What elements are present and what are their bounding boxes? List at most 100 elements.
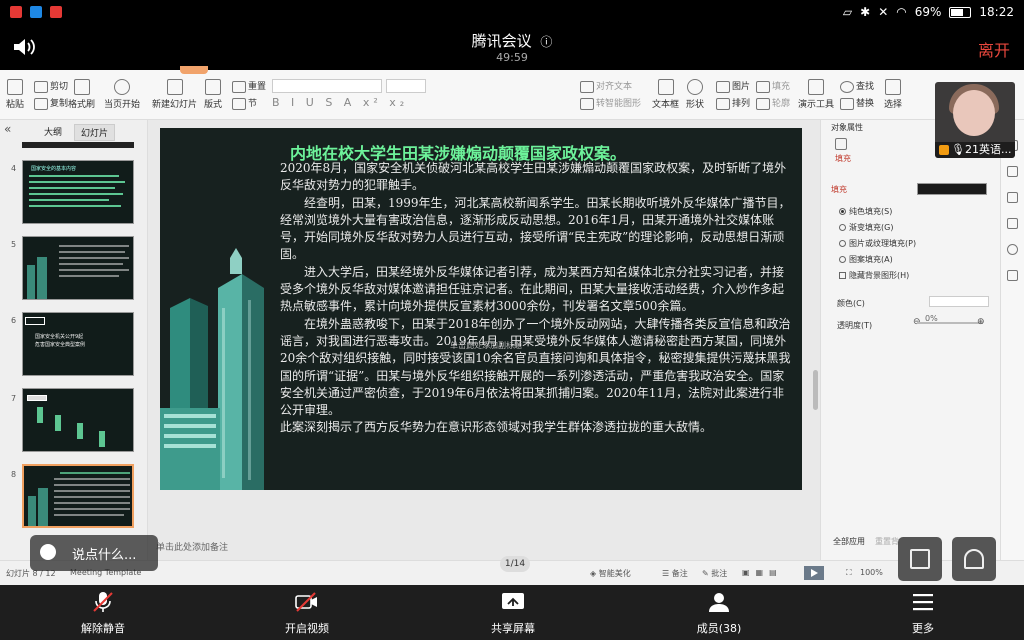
- font-size-select[interactable]: [386, 79, 426, 93]
- view-mode-buttons[interactable]: ▣▦▤: [742, 568, 783, 577]
- select-button[interactable]: 选择: [884, 79, 902, 110]
- format-brush-button[interactable]: 格式刷: [68, 79, 95, 110]
- reset-background-button[interactable]: 重置背: [875, 536, 899, 547]
- settings-sliders-icon[interactable]: [1007, 166, 1018, 177]
- bluetooth-icon: ✱: [860, 5, 871, 19]
- layout-icon: [205, 79, 221, 95]
- smart-beautify-button[interactable]: ◈ 智能美化: [590, 568, 631, 579]
- copy-icon: [34, 97, 48, 110]
- apply-all-button[interactable]: 全部应用: [833, 536, 865, 547]
- slide-canvas[interactable]: 内地在校大学生田某涉嫌煽动颠覆国家政权案。 2020年8月，国家安全机关侦破河北…: [148, 120, 820, 560]
- play-slideshow-button[interactable]: [804, 566, 824, 580]
- current-slide[interactable]: 内地在校大学生田某涉嫌煽动颠覆国家政权案。 2020年8月，国家安全机关侦破河北…: [160, 128, 802, 490]
- smart-graphic-icon: [580, 97, 594, 110]
- slide-panel: « 大纲 幻灯片 4 国家安全的基本内容 5 6 国家安全机关公开9起 危害国家…: [0, 120, 148, 560]
- slide-number: 6: [11, 316, 17, 325]
- outline-button[interactable]: 轮廓: [756, 96, 790, 110]
- shape-button[interactable]: 形状: [686, 79, 704, 110]
- tab-fill[interactable]: 填充: [835, 153, 851, 164]
- radio-icon: [839, 208, 846, 215]
- paste-button[interactable]: 粘贴: [6, 79, 24, 110]
- plus-icon[interactable]: ⊕: [977, 317, 985, 327]
- slide-paragraph: 在境外蛊惑教唆下，田某于2018年创办了一个境外反动网站，大肆传播各类反宣信息和…: [280, 316, 791, 418]
- members-icon: [709, 593, 729, 612]
- page-indicator: 1/14: [500, 556, 530, 572]
- notes-button[interactable]: ☰ 备注: [662, 568, 688, 579]
- find-button[interactable]: 查找: [840, 79, 874, 93]
- slide-body-text[interactable]: 2020年8月，国家安全机关侦破河北某高校学生田某涉嫌煽动颠覆国家政权案，及时斩…: [280, 160, 794, 437]
- notes-placeholder[interactable]: 单击此处添加备注: [156, 540, 228, 553]
- picture-button[interactable]: 图片: [716, 79, 750, 93]
- zoom-level[interactable]: 100%: [860, 568, 883, 577]
- slide-thumbnail-7[interactable]: [22, 388, 134, 452]
- fit-icon[interactable]: ⛶: [846, 568, 852, 578]
- fill-color-swatch[interactable]: [917, 183, 987, 195]
- new-slide-button[interactable]: 新建幻灯片: [152, 79, 197, 110]
- gradient-fill-option[interactable]: 渐变填充(G): [839, 222, 893, 233]
- participant-video-tile[interactable]: 🎙21英语...: [935, 82, 1015, 158]
- pattern-fill-option[interactable]: 图案填充(A): [839, 254, 893, 265]
- fill-section-heading[interactable]: 填充: [831, 184, 847, 195]
- textbox-button[interactable]: 文本框: [652, 79, 679, 110]
- collapse-panel-icon[interactable]: «: [4, 122, 11, 136]
- slide-thumbnail-6[interactable]: 国家安全机关公开9起 危害国家安全典型案例: [22, 312, 134, 376]
- radio-icon: [839, 224, 846, 231]
- meeting-title[interactable]: 腾讯会议 ⓘ: [0, 30, 1024, 51]
- comments-button[interactable]: ✎ 批注: [702, 568, 727, 579]
- slide-thumbnail-partial[interactable]: [22, 142, 134, 148]
- cast-icon: ▱: [842, 5, 853, 19]
- help-icon[interactable]: [1007, 244, 1018, 255]
- cut-button[interactable]: 剪切: [34, 79, 68, 93]
- chat-input[interactable]: 说点什么...: [30, 535, 158, 571]
- text-format-buttons[interactable]: B I U S A x² x₂: [272, 96, 408, 109]
- reset-button[interactable]: 重置: [232, 79, 266, 93]
- subtitle-placeholder[interactable]: 单击此处添加副标题: [450, 340, 522, 351]
- transition-icon[interactable]: [1007, 218, 1018, 229]
- more-button[interactable]: 更多: [878, 591, 968, 636]
- share-icon[interactable]: [1007, 270, 1018, 281]
- animation-icon[interactable]: [1007, 192, 1018, 203]
- emoji-icon[interactable]: [40, 544, 56, 560]
- slide-thumbnail-4[interactable]: 国家安全的基本内容: [22, 160, 134, 224]
- layout-button[interactable]: 版式: [204, 79, 222, 110]
- copy-button[interactable]: 复制: [34, 96, 68, 110]
- window-mode-button[interactable]: [898, 537, 942, 581]
- textbox-icon: [657, 79, 674, 95]
- leave-button[interactable]: 离开: [978, 37, 1010, 61]
- presenter-tools-button[interactable]: 演示工具: [798, 79, 834, 110]
- solid-fill-option[interactable]: 纯色填充(S): [839, 206, 892, 217]
- font-family-select[interactable]: [272, 79, 382, 93]
- thumb-title: 国家安全的基本内容: [31, 166, 77, 172]
- object-properties-panel: 对象属性 填充 填充 纯色填充(S) 渐变填充(G) 图片或纹理填充(P) 图案…: [820, 120, 1000, 560]
- unmute-button[interactable]: 解除静音: [58, 591, 148, 636]
- tab-outline[interactable]: 大纲: [38, 124, 68, 141]
- replace-icon: [840, 97, 854, 110]
- section-button[interactable]: 节: [232, 96, 257, 110]
- mic-off-icon: [93, 592, 113, 612]
- tab-slides[interactable]: 幻灯片: [74, 124, 116, 141]
- radio-icon: [839, 240, 846, 247]
- slide-thumbnail-8[interactable]: [22, 464, 134, 528]
- align-text-button[interactable]: 对齐文本: [580, 79, 632, 93]
- color-select[interactable]: [929, 296, 989, 307]
- canvas-scrollbar[interactable]: [813, 370, 818, 410]
- transparency-label: 透明度(T): [837, 321, 873, 330]
- picture-fill-option[interactable]: 图片或纹理填充(P): [839, 238, 916, 249]
- new-slide-icon: [166, 79, 183, 95]
- members-button[interactable]: 成员(38): [674, 591, 764, 636]
- share-screen-button[interactable]: 共享屏幕: [468, 591, 558, 636]
- arrange-button[interactable]: 排列: [716, 96, 750, 110]
- presentation-app: 粘贴 剪切 复制 格式刷 当页开始 新建幻灯片 版式 重置 节 B I U S …: [0, 66, 1024, 585]
- side-toolbar: [1000, 120, 1024, 560]
- slide-thumbnail-5[interactable]: [22, 236, 134, 300]
- info-icon[interactable]: ⓘ: [540, 35, 552, 49]
- start-video-button[interactable]: 开启视频: [262, 591, 352, 636]
- fill-icon: [756, 80, 770, 93]
- smart-graphic-button[interactable]: 转智能图形: [580, 96, 641, 110]
- fill-button[interactable]: 填充: [756, 79, 790, 93]
- replace-button[interactable]: 替换: [840, 96, 874, 110]
- hide-background-checkbox[interactable]: 隐藏背景图形(H): [839, 270, 909, 281]
- pin-button[interactable]: [952, 537, 996, 581]
- fill-bucket-icon[interactable]: [835, 138, 847, 150]
- from-current-button[interactable]: 当页开始: [104, 79, 140, 110]
